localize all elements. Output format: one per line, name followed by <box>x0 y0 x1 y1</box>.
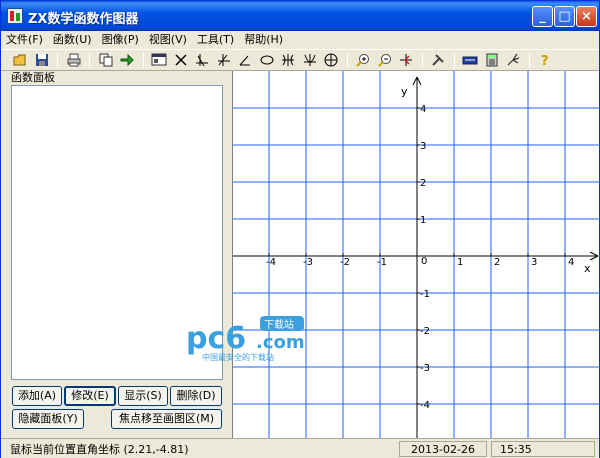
y-tick-label: -1 <box>420 289 430 300</box>
menu-view[interactable]: 视图(V) <box>144 31 192 49</box>
x-axis-label: x <box>584 262 591 275</box>
menu-file[interactable]: 文件(F) <box>1 31 48 49</box>
menu-image[interactable]: 图像(P) <box>97 31 144 49</box>
toolbar-separator <box>528 52 530 68</box>
calculator-icon[interactable] <box>483 51 501 69</box>
menu-bar: 文件(F) 函数(U) 图像(P) 视图(V) 工具(T) 帮助(H) <box>1 31 599 49</box>
y-tick-label: 2 <box>420 178 426 189</box>
watermark-brand: pc6 <box>186 321 246 356</box>
y-axis-arrow <box>416 76 422 86</box>
coordinate-plot[interactable]: -4 -3 -2 -1 1 2 3 4 4 3 2 1 -1 -2 -3 -4 0 x y <box>233 71 600 438</box>
status-bar: 鼠标当前位置直角坐标 (2.21,-4.81) 2013-02-26 15:35 <box>1 438 599 458</box>
focus-graph-button[interactable]: 焦点移至画图区(M) <box>111 409 222 429</box>
maximize-button[interactable]: □ <box>554 6 575 27</box>
y-tick-label: -3 <box>420 363 430 374</box>
add-button[interactable]: 添加(A) <box>12 386 62 406</box>
y-tick-label: -2 <box>420 326 430 337</box>
close-button[interactable]: × <box>576 6 597 27</box>
app-window: ZX数学函数作图器 _ □ × 文件(F) 函数(U) 图像(P) 视图(V) 工具(T… <box>0 0 600 458</box>
toolbar-separator <box>346 52 348 68</box>
y-tick-label: 1 <box>420 215 426 226</box>
cross-icon[interactable] <box>172 51 190 69</box>
x-tick-label: 3 <box>531 257 537 268</box>
toolbar-separator <box>453 52 455 68</box>
parabola-icon[interactable] <box>301 51 319 69</box>
status-time: 15:35 <box>491 441 595 457</box>
menu-help[interactable]: 帮助(H) <box>239 31 288 49</box>
x-tick-label: 2 <box>494 257 500 268</box>
zoom-in-icon[interactable] <box>354 51 372 69</box>
watermark-tagline: 中国最安全的下载站 <box>202 352 274 362</box>
window-title: ZX数学函数作图器 <box>28 12 139 27</box>
watermark-badge: 下载站 <box>264 318 294 331</box>
y-tick-label: 3 <box>420 141 426 152</box>
y-axis-arrow <box>412 76 418 86</box>
target-icon[interactable] <box>322 51 340 69</box>
hyperbola-icon[interactable] <box>279 51 297 69</box>
function-panel-label: 函数面板 <box>11 71 55 84</box>
x-axis-arrow <box>589 255 599 261</box>
graph-area[interactable]: -4 -3 -2 -1 1 2 3 4 4 3 2 1 -1 -2 -3 -4 0 x y <box>232 71 600 438</box>
menu-tools[interactable]: 工具(T) <box>192 31 239 49</box>
title-bar[interactable]: ZX数学函数作图器 _ □ × <box>1 1 599 31</box>
toolbar-separator <box>57 52 58 68</box>
zoom-out-icon[interactable] <box>376 51 394 69</box>
x-tick-label: -3 <box>303 257 313 268</box>
toolbar-separator <box>421 52 423 68</box>
toolbar: ? <box>1 49 599 71</box>
brush-icon[interactable] <box>504 51 522 69</box>
hide-panel-button[interactable]: 隐藏面板(Y) <box>12 409 84 429</box>
keyboard-icon[interactable] <box>461 51 479 69</box>
move-icon[interactable] <box>397 51 415 69</box>
coordinate-readout: 鼠标当前位置直角坐标 (2.21,-4.81) <box>10 443 189 456</box>
x-axis-arrow <box>589 251 599 257</box>
save-icon[interactable] <box>33 51 51 69</box>
angle-icon[interactable] <box>236 51 254 69</box>
y-tick-label: 4 <box>420 104 426 115</box>
export-icon[interactable] <box>118 51 136 69</box>
x-tick-label: -4 <box>266 257 276 268</box>
axis-icon[interactable] <box>193 51 211 69</box>
svg-text:?: ? <box>541 54 549 67</box>
open-icon[interactable] <box>11 51 29 69</box>
window-icon[interactable] <box>150 51 168 69</box>
origin-label: 0 <box>421 256 427 267</box>
delete-button[interactable]: 删除(D) <box>170 386 222 406</box>
edit-button[interactable]: 修改(E) <box>64 386 116 406</box>
menu-function[interactable]: 函数(U) <box>48 31 97 49</box>
show-button[interactable]: 显示(S) <box>118 386 168 406</box>
app-icon <box>7 8 23 24</box>
x-tick-label: -1 <box>377 257 387 268</box>
tools-icon[interactable] <box>429 51 447 69</box>
pc6-watermark: pc6 .com 下载站 中国最安全的下载站 <box>186 314 316 364</box>
toolbar-separator <box>142 52 144 68</box>
x-tick-label: -2 <box>340 257 350 268</box>
help-icon[interactable]: ? <box>536 51 554 69</box>
x-tick-label: 1 <box>457 257 463 268</box>
y-tick-label: -4 <box>420 400 430 411</box>
x-tick-label: 4 <box>568 257 574 268</box>
ellipse-icon[interactable] <box>258 51 276 69</box>
minimize-button[interactable]: _ <box>532 6 553 27</box>
status-date: 2013-02-26 <box>399 441 487 457</box>
y-axis-label: y <box>401 85 408 98</box>
watermark-domain: .com <box>256 332 305 353</box>
copy-icon[interactable] <box>97 51 115 69</box>
axes <box>233 76 599 438</box>
toolbar-separator <box>89 52 90 68</box>
axis-offset-icon[interactable] <box>215 51 233 69</box>
print-icon[interactable] <box>65 51 83 69</box>
